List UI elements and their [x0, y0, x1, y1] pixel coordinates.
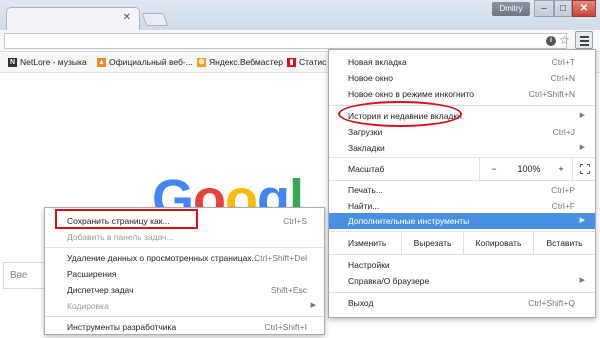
- menu-separator: [45, 247, 324, 248]
- menu-item-shortcut: Ctrl+T: [551, 57, 575, 67]
- menu-item-label: Найти...: [348, 201, 380, 211]
- menu-separator: [329, 254, 595, 255]
- menu-settings[interactable]: Настройки: [329, 257, 595, 273]
- menu-bookmarks[interactable]: Закладки ▶: [329, 140, 595, 156]
- submenu-clear-browsing-data[interactable]: Удаление данных о просмотренных страница…: [45, 250, 324, 266]
- tab-close-icon[interactable]: ✕: [123, 12, 131, 23]
- zoom-out-button[interactable]: −: [479, 158, 508, 180]
- new-tab-button[interactable]: [141, 13, 169, 26]
- menu-new-window[interactable]: Новое окно Ctrl+N: [329, 70, 595, 86]
- browser-tab[interactable]: ✕: [6, 7, 140, 30]
- address-bar[interactable]: [4, 33, 567, 49]
- yandex-favicon-icon: ⚙: [197, 57, 206, 67]
- submenu-item-shortcut: Ctrl+S: [283, 216, 307, 226]
- bookmark-official-web[interactable]: ▲ Официальный веб-...: [97, 57, 193, 67]
- zoom-level-value: 100%: [517, 164, 541, 174]
- menu-item-shortcut: Ctrl+N: [550, 73, 575, 83]
- fullscreen-icon: [580, 164, 590, 174]
- menu-more-tools[interactable]: Дополнительные инструменты ▶: [329, 213, 595, 229]
- chevron-right-icon: ▶: [579, 217, 585, 224]
- menu-separator: [329, 180, 595, 181]
- official-favicon-icon: ▲: [97, 57, 106, 67]
- info-icon[interactable]: i: [546, 36, 556, 46]
- chrome-main-menu: Новая вкладка Ctrl+T Новое окно Ctrl+N Н…: [328, 49, 596, 318]
- menu-item-label: Настройки: [348, 260, 390, 270]
- bookmark-label: Официальный веб-...: [109, 57, 193, 67]
- submenu-developer-tools[interactable]: Инструменты разработчика Ctrl+Shift+I: [45, 319, 324, 335]
- menu-item-label: Печать...: [348, 185, 383, 195]
- bookmark-stats[interactable]: ▮ Статис: [287, 57, 326, 67]
- profile-badge[interactable]: Dmitry: [492, 2, 530, 16]
- annotation-oval: [338, 101, 462, 127]
- menu-item-label: Дополнительные инструменты: [348, 216, 470, 226]
- menu-exit[interactable]: Выход Ctrl+Shift+Q: [329, 295, 595, 311]
- zoom-label: Масштаб: [348, 164, 385, 174]
- chevron-right-icon: ▶: [579, 277, 585, 284]
- netlore-favicon-icon: N: [8, 57, 17, 67]
- bookmark-label: NetLore - музыка: [20, 57, 87, 67]
- submenu-item-label: Добавить в панель задач...: [67, 232, 174, 242]
- paste-button[interactable]: Вставить: [533, 232, 595, 254]
- search-input[interactable]: Вве: [3, 262, 45, 289]
- submenu-item-label: Удаление данных о просмотренных страница…: [67, 253, 259, 263]
- chevron-right-icon: ▶: [579, 144, 585, 151]
- menu-downloads[interactable]: Загрузки Ctrl+J: [329, 124, 595, 140]
- menu-zoom-row: Масштаб − 100% +: [329, 158, 595, 180]
- stats-favicon-icon: ▮: [287, 57, 296, 67]
- menu-item-shortcut: Ctrl+J: [552, 127, 575, 137]
- submenu-item-shortcut: Ctrl+Shift+I: [264, 322, 307, 332]
- copy-button[interactable]: Копировать: [463, 232, 533, 254]
- edit-label: Изменить: [348, 238, 387, 248]
- annotation-rectangle: [55, 209, 198, 229]
- submenu-item-label: Диспетчер задач: [67, 285, 134, 295]
- bookmark-label: Яндекс.Вебмастер: [209, 57, 284, 67]
- menu-find[interactable]: Найти... Ctrl+F: [329, 198, 595, 214]
- chevron-right-icon: ▶: [579, 112, 585, 119]
- submenu-item-label: Инструменты разработчика: [67, 322, 177, 332]
- submenu-add-to-taskbar: Добавить в панель задач...: [45, 229, 324, 245]
- menu-new-tab[interactable]: Новая вкладка Ctrl+T: [329, 54, 595, 70]
- submenu-encoding: Кодировка ▶: [45, 298, 324, 314]
- minimize-button[interactable]: –: [534, 0, 554, 17]
- menu-item-label: Выход: [348, 298, 374, 308]
- menu-incognito-window[interactable]: Новое окно в режиме инкогнито Ctrl+Shift…: [329, 86, 595, 102]
- chevron-right-icon: ▶: [310, 302, 316, 309]
- menu-separator: [329, 292, 595, 293]
- menu-separator: [45, 316, 324, 317]
- submenu-item-shortcut: Ctrl+Shift+Del: [254, 253, 307, 263]
- bookmark-netlore[interactable]: N NetLore - музыка: [8, 57, 87, 67]
- menu-item-label: Новое окно в режиме инкогнито: [348, 89, 474, 99]
- menu-edit-row: Изменить Вырезать Копировать Вставить: [329, 232, 595, 254]
- menu-item-shortcut: Ctrl+Shift+N: [528, 89, 575, 99]
- maximize-button[interactable]: □: [554, 0, 572, 17]
- chrome-menu-button[interactable]: [575, 31, 593, 49]
- bookmark-yandex-webmaster[interactable]: ⚙ Яндекс.Вебмастер: [197, 57, 283, 67]
- submenu-item-label: Расширения: [67, 269, 117, 279]
- menu-item-shortcut: Ctrl+Shift+Q: [528, 298, 575, 308]
- menu-item-label: Справка/О браузере: [348, 276, 430, 286]
- bookmark-label: Статис: [299, 57, 327, 67]
- menu-item-label: Новая вкладка: [348, 57, 407, 67]
- menu-print[interactable]: Печать... Ctrl+P: [329, 182, 595, 198]
- menu-help[interactable]: Справка/О браузере ▶: [329, 273, 595, 289]
- menu-item-label: Новое окно: [348, 73, 393, 83]
- menu-item-label: Закладки: [348, 143, 385, 153]
- fullscreen-button[interactable]: [572, 158, 595, 180]
- bookmark-star-icon[interactable]: ☆: [559, 33, 570, 47]
- submenu-task-manager[interactable]: Диспетчер задач Shift+Esc: [45, 282, 324, 298]
- menu-item-shortcut: Ctrl+P: [551, 185, 575, 195]
- submenu-item-label: Кодировка: [67, 301, 109, 311]
- zoom-in-button[interactable]: +: [550, 158, 572, 180]
- close-window-button[interactable]: ✕: [572, 0, 596, 17]
- cut-button[interactable]: Вырезать: [401, 232, 463, 254]
- submenu-item-shortcut: Shift+Esc: [270, 285, 307, 295]
- menu-item-shortcut: Ctrl+F: [551, 201, 575, 211]
- menu-item-label: Загрузки: [348, 127, 383, 137]
- submenu-extensions[interactable]: Расширения: [45, 266, 324, 282]
